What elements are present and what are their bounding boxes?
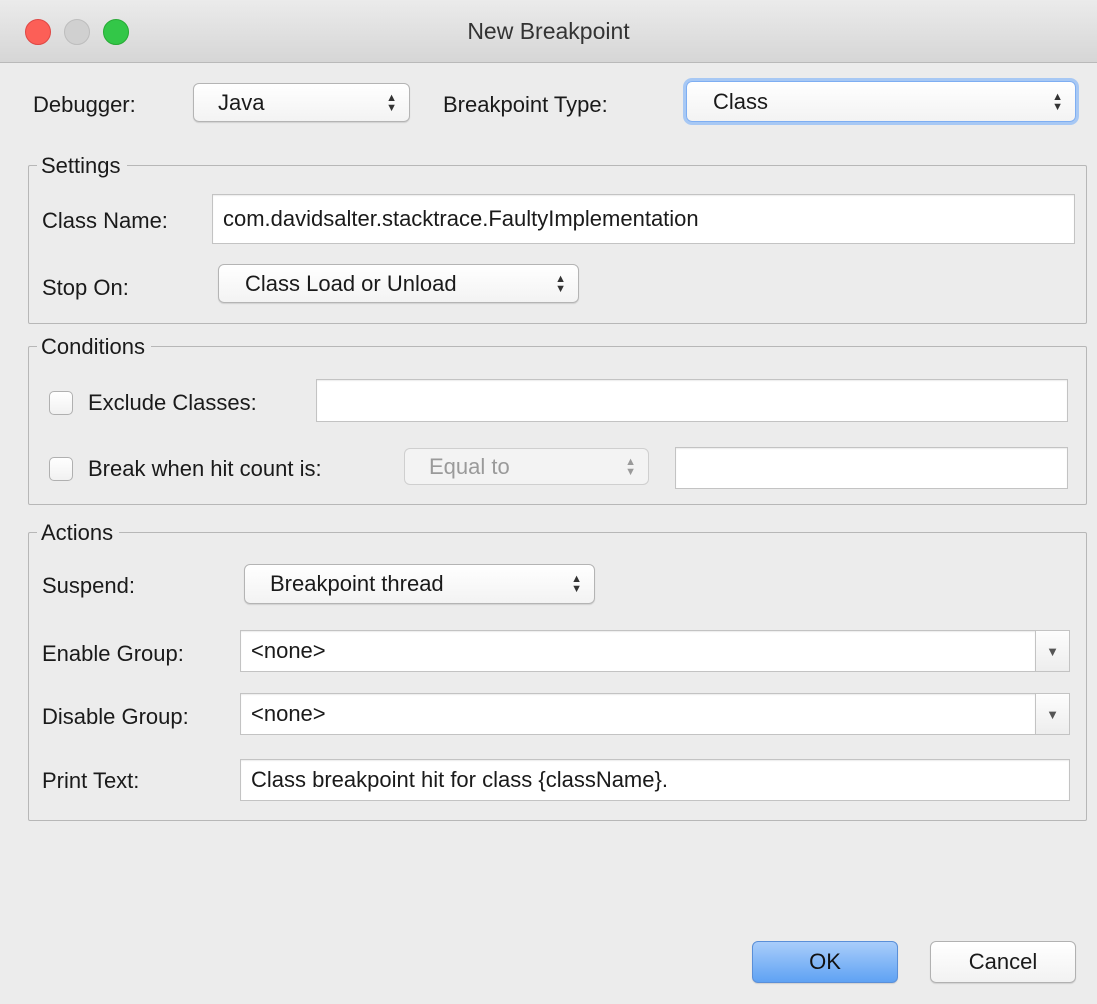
enable-group-value: <none>: [251, 638, 326, 663]
updown-arrows-icon: ▲ ▼: [555, 272, 566, 295]
ok-button-label: OK: [809, 949, 841, 974]
class-name-label: Class Name:: [42, 208, 168, 233]
debugger-value: Java: [218, 89, 265, 115]
dropdown-arrow-icon: ▼: [1046, 706, 1059, 722]
debugger-label: Debugger:: [33, 92, 136, 117]
enable-group-label: Enable Group:: [42, 641, 184, 666]
actions-group-title: Actions: [37, 522, 120, 544]
breakpoint-type-label: Breakpoint Type:: [443, 92, 608, 117]
settings-group-title: Settings: [37, 155, 127, 177]
disable-group-label: Disable Group:: [42, 704, 189, 729]
dropdown-arrow-icon: ▼: [1046, 643, 1059, 659]
enable-group-combo[interactable]: <none>: [240, 630, 1036, 672]
print-text-value: Class breakpoint hit for class {classNam…: [251, 767, 668, 792]
suspend-label: Suspend:: [42, 573, 135, 598]
exclude-classes-checkbox[interactable]: [49, 391, 73, 415]
breakpoint-type-value: Class: [713, 88, 769, 114]
window-title: New Breakpoint: [467, 18, 630, 44]
stop-on-value: Class Load or Unload: [245, 270, 457, 296]
ok-button[interactable]: OK: [752, 941, 898, 983]
disable-group-value: <none>: [251, 701, 326, 726]
class-name-field[interactable]: com.davidsalter.stacktrace.FaultyImpleme…: [212, 194, 1075, 244]
updown-arrows-icon: ▲ ▼: [571, 573, 582, 595]
hit-count-field[interactable]: [675, 447, 1068, 489]
updown-arrows-icon: ▲ ▼: [386, 91, 397, 114]
exclude-classes-label: Exclude Classes:: [88, 390, 257, 415]
print-text-label: Print Text:: [42, 768, 140, 793]
updown-arrows-icon: ▲ ▼: [625, 455, 636, 478]
class-name-value: com.davidsalter.stacktrace.FaultyImpleme…: [223, 206, 699, 231]
title-bar: New Breakpoint: [0, 0, 1097, 63]
debugger-select[interactable]: Java ▲ ▼: [193, 83, 410, 122]
stop-on-select[interactable]: Class Load or Unload ▲ ▼: [218, 264, 579, 303]
breakpoint-type-select[interactable]: Class ▲ ▼: [686, 81, 1076, 122]
hit-count-operator-select[interactable]: Equal to ▲ ▼: [404, 448, 649, 485]
disable-group-dropdown-button[interactable]: ▼: [1035, 693, 1070, 735]
print-text-field[interactable]: Class breakpoint hit for class {classNam…: [240, 759, 1070, 801]
hit-count-checkbox[interactable]: [49, 457, 73, 481]
stop-on-label: Stop On:: [42, 275, 129, 300]
cancel-button[interactable]: Cancel: [930, 941, 1076, 983]
suspend-value: Breakpoint thread: [270, 571, 444, 596]
cancel-button-label: Cancel: [968, 949, 1038, 974]
hit-count-operator-value: Equal to: [429, 453, 510, 479]
hit-count-label: Break when hit count is:: [88, 456, 322, 481]
exclude-classes-field[interactable]: [316, 379, 1068, 422]
updown-arrows-icon: ▲ ▼: [1052, 90, 1063, 113]
suspend-select[interactable]: Breakpoint thread ▲ ▼: [244, 564, 595, 604]
conditions-group-title: Conditions: [37, 336, 151, 358]
disable-group-combo[interactable]: <none>: [240, 693, 1036, 735]
enable-group-dropdown-button[interactable]: ▼: [1035, 630, 1070, 672]
